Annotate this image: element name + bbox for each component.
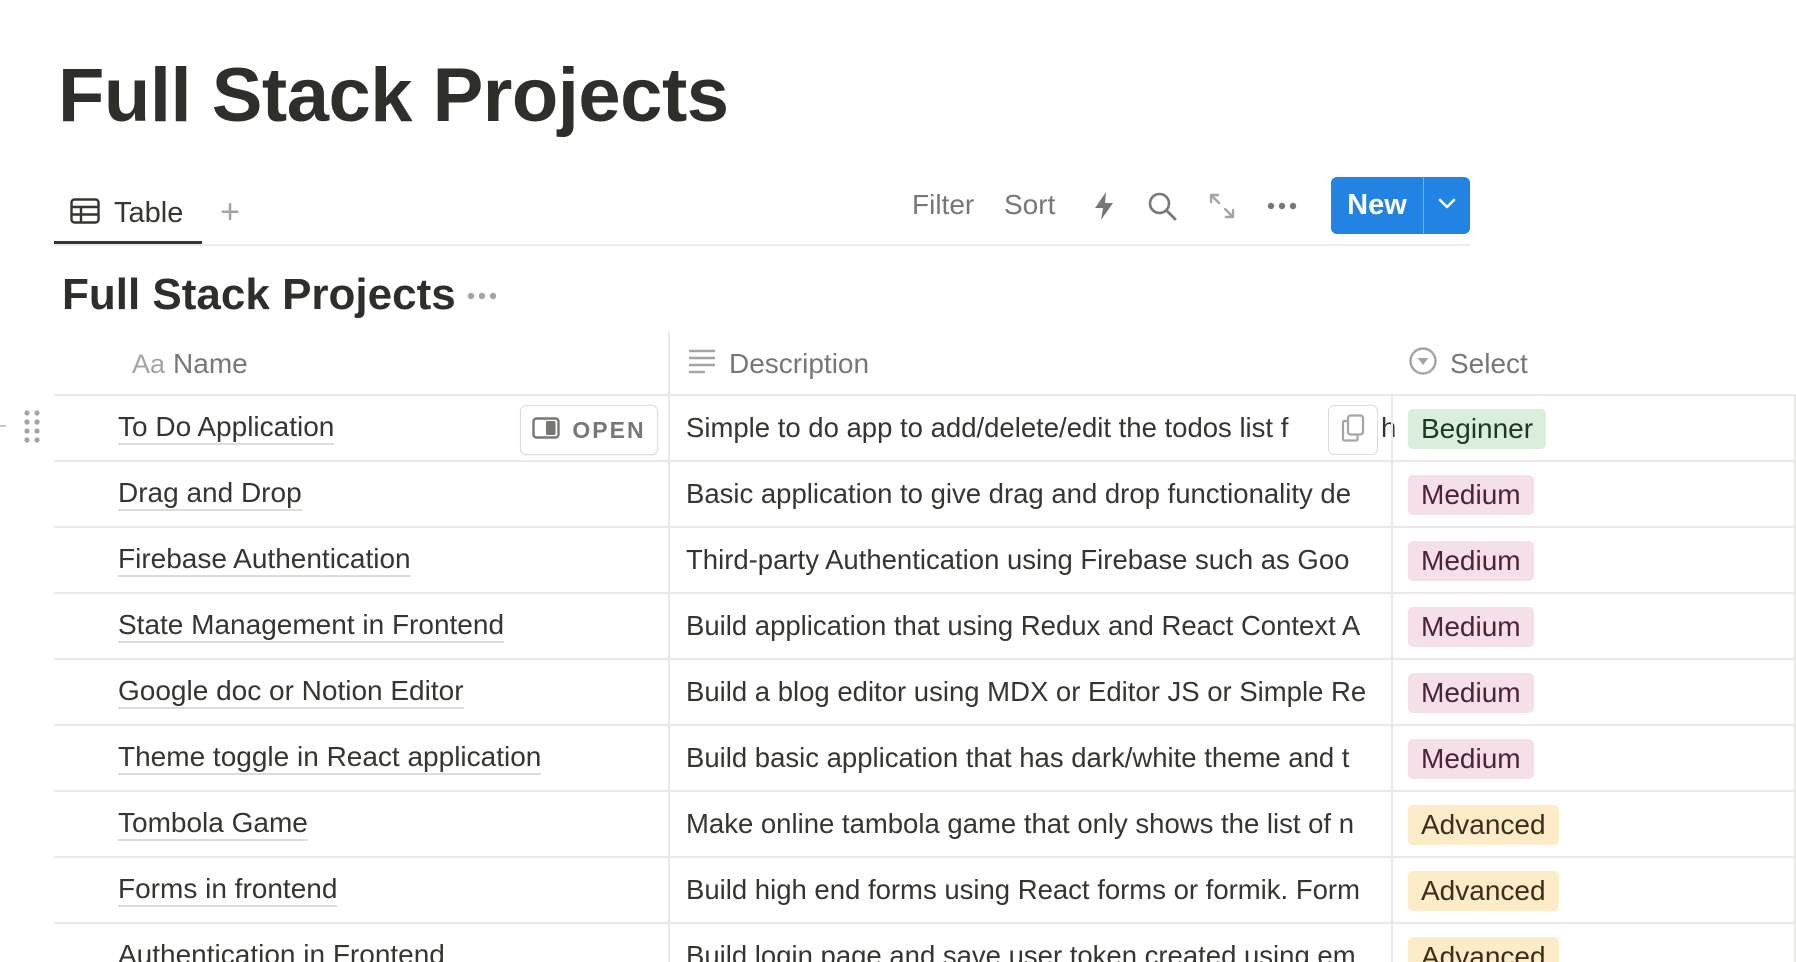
row-description-cell[interactable]: Third-party Authentication using Firebas… [686, 528, 1392, 592]
row-description-cell[interactable]: Build basic application that has dark/wh… [686, 726, 1392, 790]
column-header-description[interactable]: Description [687, 332, 869, 396]
plus-icon: + [220, 192, 240, 231]
new-button[interactable]: New [1331, 177, 1423, 234]
sort-button[interactable]: Sort [1004, 176, 1055, 234]
row-description-text: Build login page and save user token cre… [686, 940, 1356, 962]
search-icon[interactable] [1146, 190, 1178, 222]
row-description-cell[interactable]: Build login page and save user token cre… [686, 924, 1392, 962]
row-description-text: Build application that using Redux and R… [686, 610, 1361, 641]
select-tag[interactable]: Medium [1408, 541, 1534, 581]
row-description-text: Build a blog editor using MDX or Editor … [686, 676, 1367, 707]
row-name-cell[interactable]: State Management in Frontend [118, 594, 505, 658]
select-tag[interactable]: Medium [1408, 673, 1534, 713]
table-row[interactable]: Authentication in Frontend Build login pa… [54, 924, 1796, 962]
view-toolbar: Table + Filter Sort [54, 176, 1470, 246]
database-more-icon[interactable] [462, 280, 502, 312]
row-name-text[interactable]: Forms in frontend [118, 873, 338, 908]
select-tag[interactable]: Medium [1408, 607, 1534, 647]
select-tag[interactable]: Advanced [1408, 937, 1559, 962]
tab-table-label: Table [114, 197, 184, 229]
row-description-text: Simple to do app to add/delete/edit the … [686, 412, 1289, 443]
column-header-select[interactable]: Select [1408, 332, 1528, 396]
select-tag[interactable]: Advanced [1408, 805, 1559, 845]
row-name-cell[interactable]: Theme toggle in React application [118, 726, 542, 790]
table-row[interactable]: Tombola Game Make online tambola game tha… [54, 792, 1796, 858]
copy-button[interactable] [1328, 405, 1378, 455]
row-description-text: Third-party Authentication using Firebas… [686, 544, 1350, 575]
row-description-cell[interactable]: Build a blog editor using MDX or Editor … [686, 660, 1392, 724]
table-icon [70, 198, 100, 229]
row-name-cell[interactable]: Forms in frontend [118, 858, 338, 922]
row-description-cell[interactable]: Build application that using Redux and R… [686, 594, 1392, 658]
row-name-text[interactable]: Google doc or Notion Editor [118, 675, 464, 710]
more-icon[interactable] [1266, 190, 1298, 222]
row-name-text[interactable]: Firebase Authentication [118, 543, 411, 578]
row-description-cell[interactable]: Basic application to give drag and drop … [686, 462, 1392, 526]
row-name-text[interactable]: Drag and Drop [118, 477, 302, 512]
row-description-overflow: h [1381, 412, 1397, 443]
row-name-cell[interactable]: Tombola Game [118, 792, 308, 856]
automation-lightning-icon[interactable] [1088, 190, 1120, 222]
table-row[interactable]: Drag and Drop Basic application to give d… [54, 462, 1796, 528]
open-row-button[interactable]: OPEN [520, 405, 658, 455]
chevron-down-icon [1438, 197, 1456, 215]
column-divider [668, 332, 670, 962]
filter-label: Filter [912, 189, 975, 220]
sort-label: Sort [1004, 189, 1056, 220]
open-label: OPEN [572, 416, 646, 443]
table-row[interactable]: Forms in frontend Build high end forms us… [54, 858, 1796, 924]
table-header: Aa Name Description Select [54, 332, 1796, 396]
tab-table-view[interactable]: Table [54, 186, 202, 244]
copy-icon [1341, 413, 1365, 447]
row-description-text: Basic application to give drag and drop … [686, 478, 1352, 509]
row-description-text: Build high end forms using React forms o… [686, 874, 1360, 905]
filter-button[interactable]: Filter [912, 176, 974, 234]
column-label: Name [173, 348, 248, 379]
row-description-text: Make online tambola game that only shows… [686, 808, 1355, 839]
text-lines-icon [687, 348, 717, 381]
row-name-text[interactable]: Tombola Game [118, 807, 308, 842]
column-label: Select [1450, 348, 1528, 379]
table-row[interactable]: State Management in Frontend Build applic… [54, 594, 1796, 660]
row-add-hint [0, 425, 6, 427]
table-row[interactable]: Firebase Authentication Third-party Authe… [54, 528, 1796, 594]
column-header-name[interactable]: Aa Name [132, 332, 248, 396]
drag-handle-icon[interactable] [22, 409, 42, 443]
new-button-group: New [1331, 177, 1470, 234]
row-name-cell[interactable]: Drag and Drop [118, 462, 302, 526]
row-name-text[interactable]: Authentication in Frontend [118, 939, 445, 962]
table-row[interactable]: Theme toggle in React application Build b… [54, 726, 1796, 792]
select-tag[interactable]: Advanced [1408, 871, 1559, 911]
page-title[interactable]: Full Stack Projects [58, 52, 729, 139]
text-aa-icon: Aa [132, 348, 166, 379]
row-name-text[interactable]: Theme toggle in React application [118, 741, 542, 776]
row-name-cell[interactable]: Google doc or Notion Editor [118, 660, 464, 724]
row-description-cell[interactable]: Build high end forms using React forms o… [686, 858, 1392, 922]
new-options-button[interactable] [1424, 177, 1470, 234]
expand-icon[interactable] [1206, 190, 1238, 222]
row-name-cell[interactable]: Firebase Authentication [118, 528, 411, 592]
side-peek-icon [532, 416, 561, 444]
row-description-cell[interactable]: Make online tambola game that only shows… [686, 792, 1392, 856]
row-name-cell[interactable]: Authentication in Frontend [118, 924, 445, 962]
select-tag[interactable]: Medium [1408, 739, 1534, 779]
row-name-cell[interactable]: To Do Application [118, 396, 335, 460]
row-description-cell[interactable]: Simple to do app to add/delete/edit the … [686, 396, 1392, 460]
select-tag[interactable]: Medium [1408, 475, 1534, 515]
select-tag[interactable]: Beginner [1408, 409, 1547, 449]
select-icon [1408, 346, 1438, 383]
table-row[interactable]: To Do Application Simple to do app to add… [54, 396, 1796, 462]
column-divider [1391, 396, 1393, 962]
row-name-text[interactable]: To Do Application [118, 411, 335, 446]
row-description-text: Build basic application that has dark/wh… [686, 742, 1350, 773]
database-title[interactable]: Full Stack Projects [62, 270, 456, 320]
column-label: Description [729, 348, 870, 379]
add-view-button[interactable]: + [210, 192, 250, 232]
table-row[interactable]: Google doc or Notion Editor Build a blog … [54, 660, 1796, 726]
row-name-text[interactable]: State Management in Frontend [118, 609, 505, 644]
